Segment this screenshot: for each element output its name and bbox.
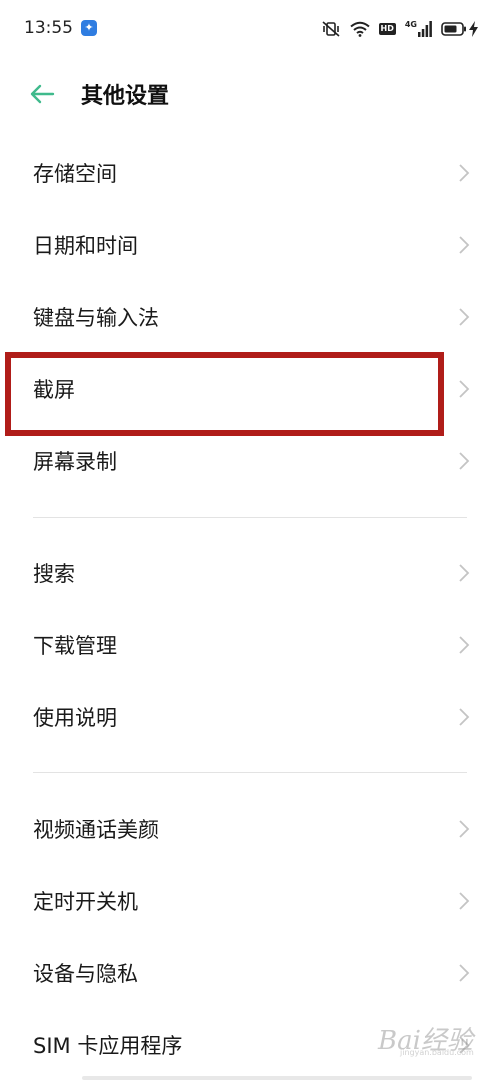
watermark: Bai经验 jingyan.baidu.com bbox=[378, 1012, 486, 1062]
section-divider bbox=[33, 772, 467, 773]
network-type-label: 4G bbox=[404, 20, 417, 29]
chevron-right-icon bbox=[459, 308, 470, 326]
list-item-label: 下载管理 bbox=[33, 634, 117, 658]
list-item-scheduled-power[interactable]: 定时开关机 bbox=[0, 865, 500, 937]
vibrate-mute-icon bbox=[321, 21, 340, 37]
arrow-left-icon[interactable] bbox=[28, 80, 56, 108]
list-item-download-manager[interactable]: 下载管理 bbox=[0, 609, 500, 681]
chevron-right-icon bbox=[459, 820, 470, 838]
chevron-right-icon bbox=[459, 564, 470, 582]
wifi-icon bbox=[349, 21, 370, 37]
watermark-url: jingyan.baidu.com bbox=[400, 1048, 474, 1057]
list-item-user-guide[interactable]: 使用说明 bbox=[0, 681, 500, 753]
list-item-label: 键盘与输入法 bbox=[33, 306, 159, 330]
highlight-box bbox=[5, 352, 444, 436]
chevron-right-icon bbox=[459, 636, 470, 654]
chevron-right-icon bbox=[459, 236, 470, 254]
header: 其他设置 bbox=[0, 62, 500, 126]
chevron-right-icon bbox=[459, 164, 470, 182]
status-bar: 13:55 ✦ HD 4G bbox=[0, 0, 500, 62]
home-indicator bbox=[82, 1076, 472, 1080]
list-item-label: 视频通话美颜 bbox=[33, 818, 159, 842]
list-item-label: 设备与隐私 bbox=[33, 962, 138, 986]
settings-group-2: 搜索 下载管理 使用说明 bbox=[0, 537, 500, 753]
chevron-right-icon bbox=[459, 708, 470, 726]
page-title: 其他设置 bbox=[81, 84, 170, 109]
list-item-label: 屏幕录制 bbox=[33, 450, 117, 474]
list-item-date-time[interactable]: 日期和时间 bbox=[0, 209, 500, 281]
list-item-keyboard-input[interactable]: 键盘与输入法 bbox=[0, 281, 500, 353]
section-divider bbox=[33, 517, 467, 518]
battery-icon bbox=[441, 22, 466, 36]
list-item-label: 使用说明 bbox=[33, 706, 117, 730]
list-item-label: 定时开关机 bbox=[33, 890, 138, 914]
status-icons: HD 4G bbox=[321, 19, 478, 39]
notification-icon: ✦ bbox=[81, 20, 97, 36]
chevron-right-icon bbox=[459, 964, 470, 982]
chevron-right-icon bbox=[459, 452, 470, 470]
list-item-label: 搜索 bbox=[33, 562, 75, 586]
list-item-label: 日期和时间 bbox=[33, 234, 138, 258]
hd-icon: HD bbox=[378, 23, 396, 35]
settings-group-1: 存储空间 日期和时间 键盘与输入法 截屏 屏幕录制 bbox=[0, 137, 500, 497]
signal-icon: 4G bbox=[405, 21, 432, 37]
chevron-right-icon bbox=[459, 380, 470, 398]
list-item-video-call-beauty[interactable]: 视频通话美颜 bbox=[0, 793, 500, 865]
list-item-label: SIM 卡应用程序 bbox=[33, 1034, 183, 1058]
list-item-device-privacy[interactable]: 设备与隐私 bbox=[0, 937, 500, 1009]
chevron-right-icon bbox=[459, 892, 470, 910]
list-item-search[interactable]: 搜索 bbox=[0, 537, 500, 609]
list-item-label: 存储空间 bbox=[33, 162, 117, 186]
status-time: 13:55 bbox=[24, 18, 73, 38]
list-item-storage[interactable]: 存储空间 bbox=[0, 137, 500, 209]
charging-icon bbox=[469, 21, 478, 37]
